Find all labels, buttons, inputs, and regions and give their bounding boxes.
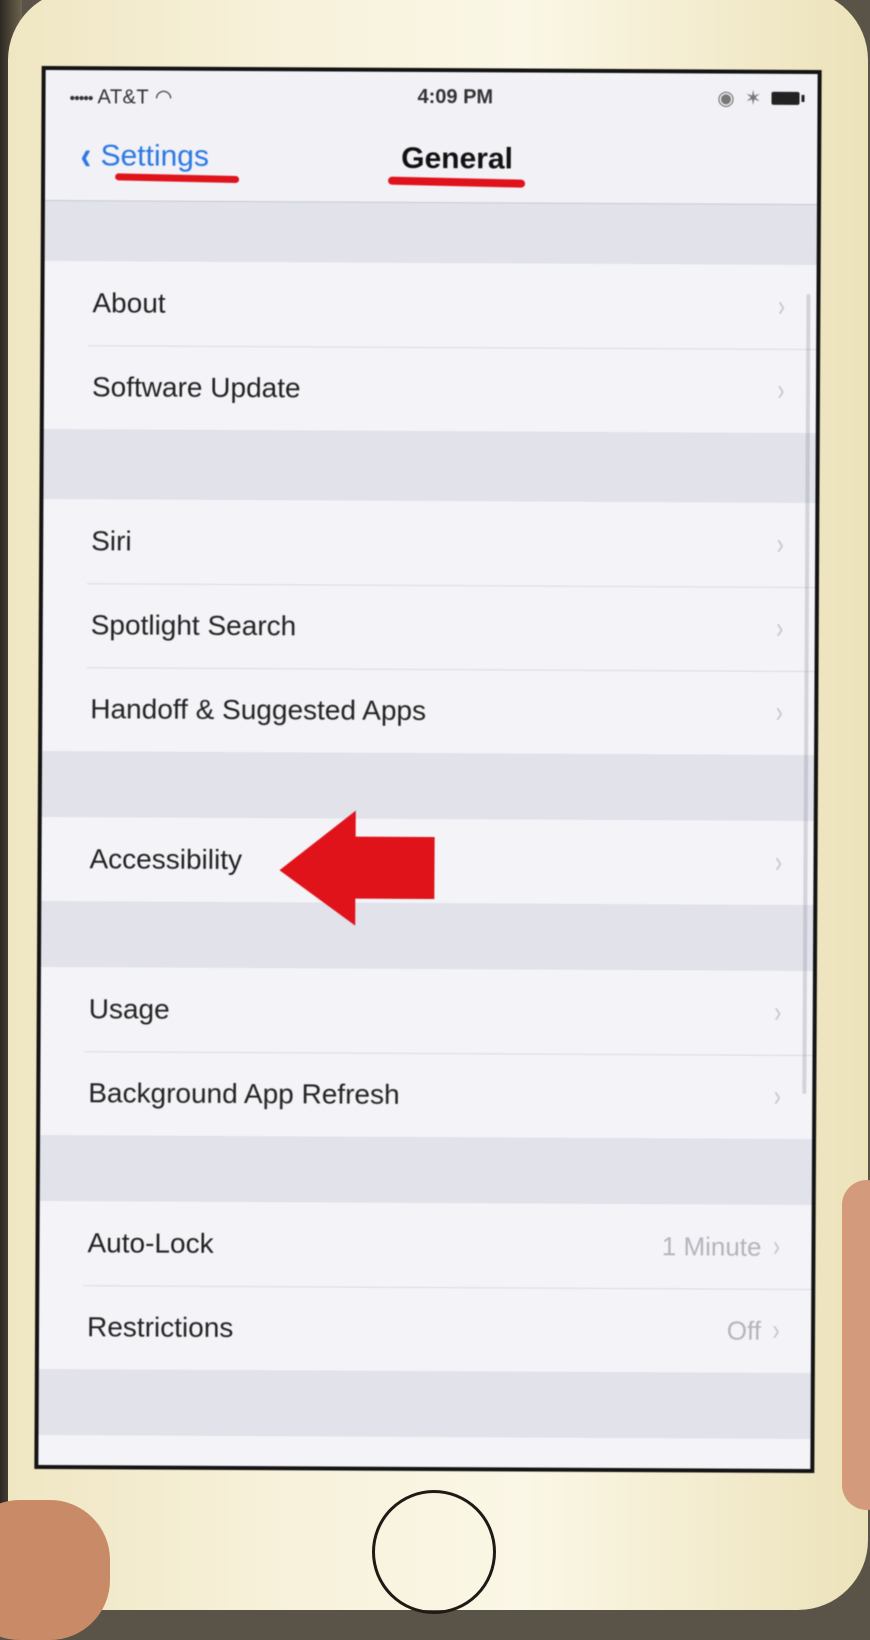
row-siri[interactable]: Siri › <box>43 499 815 587</box>
row-value: 1 Minute <box>661 1230 762 1262</box>
signal-dots: ••••• <box>69 90 93 108</box>
row-usage[interactable]: Usage › <box>41 967 813 1055</box>
row-software-update[interactable]: Software Update › <box>44 345 816 433</box>
settings-group: Siri › Spotlight Search › Handoff & Sugg… <box>42 498 816 756</box>
chevron-right-icon: › <box>775 695 783 729</box>
wifi-icon: ◠ <box>154 86 173 109</box>
row-label: Auto-Lock <box>87 1227 214 1259</box>
home-button[interactable] <box>372 1490 496 1614</box>
chevron-right-icon: › <box>777 289 786 323</box>
red-arrow-annotation <box>279 810 435 926</box>
section-gap <box>44 200 817 266</box>
status-icons: ◉ ✶ <box>717 86 800 111</box>
row-label: Siri <box>91 525 132 557</box>
phone-screen: ••••• AT&T ◠ 4:09 PM ◉ ✶ ‹ Settings Gene… <box>34 65 822 1474</box>
settings-group: About › Software Update › <box>43 260 817 434</box>
row-label: Spotlight Search <box>90 609 297 642</box>
page-title: General <box>401 141 514 176</box>
chevron-right-icon: › <box>777 373 785 407</box>
chevron-right-icon: › <box>772 1229 781 1263</box>
row-restrictions[interactable]: Restrictions Off › <box>39 1285 811 1373</box>
chevron-right-icon: › <box>774 845 783 879</box>
row-label: Background App Refresh <box>88 1077 400 1110</box>
chevron-right-icon: › <box>772 1313 780 1347</box>
chevron-right-icon: › <box>776 527 784 561</box>
back-button[interactable]: ‹ Settings <box>79 134 210 179</box>
chevron-right-icon: › <box>772 1464 779 1473</box>
back-label: Settings <box>100 139 210 173</box>
bluetooth-icon: ✶ <box>744 87 762 110</box>
row-spotlight-search[interactable]: Spotlight Search › <box>43 583 815 671</box>
finger <box>842 1180 870 1510</box>
section-gap <box>43 428 816 504</box>
row-label: Usage <box>88 993 170 1025</box>
row-label: Restrictions <box>86 1311 234 1343</box>
navigation-bar: ‹ Settings General <box>44 127 818 206</box>
row-label: Software Update <box>91 371 301 404</box>
settings-group: Date & Time › <box>38 1434 811 1474</box>
settings-group: Auto-Lock 1 Minute › Restrictions Off › <box>38 1200 812 1374</box>
thumb <box>0 1500 110 1640</box>
status-bar: ••••• AT&T ◠ 4:09 PM ◉ ✶ <box>45 69 818 133</box>
chevron-right-icon: › <box>773 1079 781 1113</box>
status-time: 4:09 PM <box>417 85 494 109</box>
section-gap <box>38 1368 811 1440</box>
row-about[interactable]: About › <box>44 261 816 349</box>
location-icon: ◉ <box>717 87 735 110</box>
row-handoff[interactable]: Handoff & Suggested Apps › <box>42 667 814 755</box>
row-label: Handoff & Suggested Apps <box>90 693 427 726</box>
chevron-right-icon: › <box>776 611 784 645</box>
battery-icon <box>771 91 800 105</box>
settings-underline-annotation <box>115 173 240 184</box>
row-date-time[interactable]: Date & Time › <box>38 1435 810 1473</box>
title-underline-annotation <box>388 176 526 188</box>
row-label: About <box>92 287 166 319</box>
row-value: Off <box>726 1315 762 1346</box>
chevron-right-icon: › <box>774 995 782 1029</box>
row-auto-lock[interactable]: Auto-Lock 1 Minute › <box>39 1201 811 1289</box>
back-chevron-icon: ‹ <box>80 134 92 179</box>
row-background-app-refresh[interactable]: Background App Refresh › <box>40 1051 812 1139</box>
carrier-name: AT&T <box>97 86 149 109</box>
carrier: ••••• AT&T ◠ <box>69 84 172 110</box>
section-gap <box>39 1134 813 1206</box>
settings-group: Usage › Background App Refresh › <box>40 966 813 1140</box>
